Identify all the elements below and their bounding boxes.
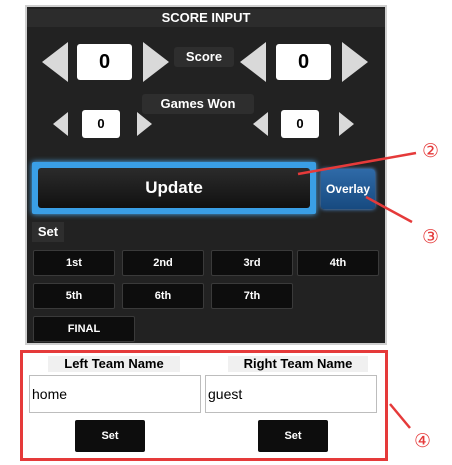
callout-line-3 <box>365 195 413 224</box>
callout-2: ② <box>422 141 440 162</box>
callout-line-4 <box>389 403 411 429</box>
callout-3: ③ <box>422 227 440 248</box>
callout-line-2 <box>297 151 417 176</box>
callout-4: ④ <box>414 431 432 452</box>
callout-lines <box>297 151 417 429</box>
